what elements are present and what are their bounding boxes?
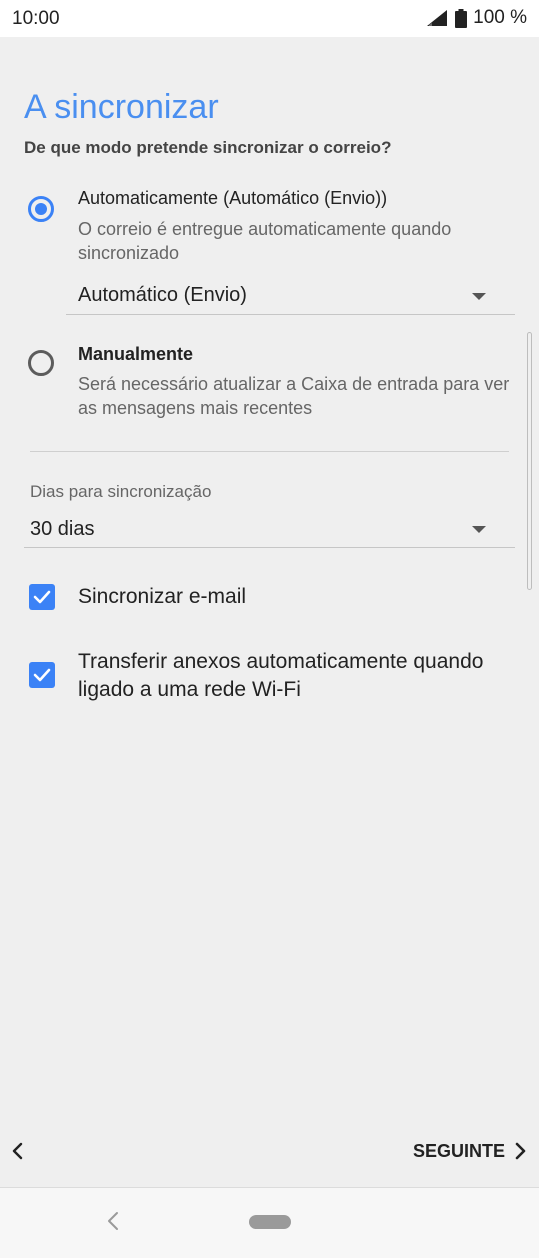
sync-option-manual-description: Será necessário atualizar a Caixa de ent…	[78, 374, 510, 418]
radio-automatic[interactable]	[28, 196, 54, 222]
checkmark-icon	[33, 668, 51, 682]
sync-option-automatic-description: O correio é entregue automaticamente qua…	[78, 219, 452, 263]
chevron-down-icon	[472, 526, 486, 533]
signal-icon	[427, 10, 448, 26]
auto-mode-dropdown-value: Automático (Envio)	[78, 284, 247, 306]
sync-option-manual-label: Manualmente	[78, 344, 194, 364]
sync-email-label: Sincronizar e-mail	[78, 585, 247, 608]
sync-days-value: 30 dias	[30, 518, 95, 540]
sync-days-dropdown[interactable]: 30 dias	[24, 510, 515, 548]
status-time: 10:00	[12, 8, 60, 29]
section-divider	[30, 451, 509, 452]
back-arrow-icon[interactable]	[10, 1140, 26, 1162]
page-title: A sincronizar	[24, 88, 219, 126]
scrollbar[interactable]	[527, 332, 532, 590]
system-back-icon[interactable]	[106, 1210, 120, 1232]
download-attachments-checkbox[interactable]	[29, 662, 55, 688]
download-attachments-label: Transferir anexos automaticamente quando…	[78, 650, 484, 701]
sync-email-checkbox[interactable]	[29, 584, 55, 610]
system-nav-bar	[0, 1187, 539, 1258]
next-button-label: SEGUINTE	[412, 1140, 505, 1161]
radio-manual[interactable]	[28, 350, 54, 376]
sync-option-automatic-label: Automaticamente (Automático (Envio))	[78, 188, 388, 208]
status-indicators: 100 %	[427, 6, 527, 30]
chevron-right-icon	[515, 1142, 526, 1160]
next-button[interactable]: SEGUINTE	[413, 1138, 527, 1164]
battery-percentage: 100 %	[473, 7, 527, 28]
sync-days-label: Dias para sincronização	[30, 482, 212, 501]
page-subtitle: De que modo pretende sincronizar o corre…	[24, 138, 392, 157]
chevron-down-icon	[472, 293, 486, 300]
auto-mode-dropdown[interactable]: Automático (Envio)	[66, 278, 515, 315]
status-bar: 10:00 100 %	[0, 0, 539, 37]
system-home-button[interactable]	[249, 1215, 291, 1229]
battery-icon	[455, 8, 468, 28]
checkmark-icon	[33, 590, 51, 604]
